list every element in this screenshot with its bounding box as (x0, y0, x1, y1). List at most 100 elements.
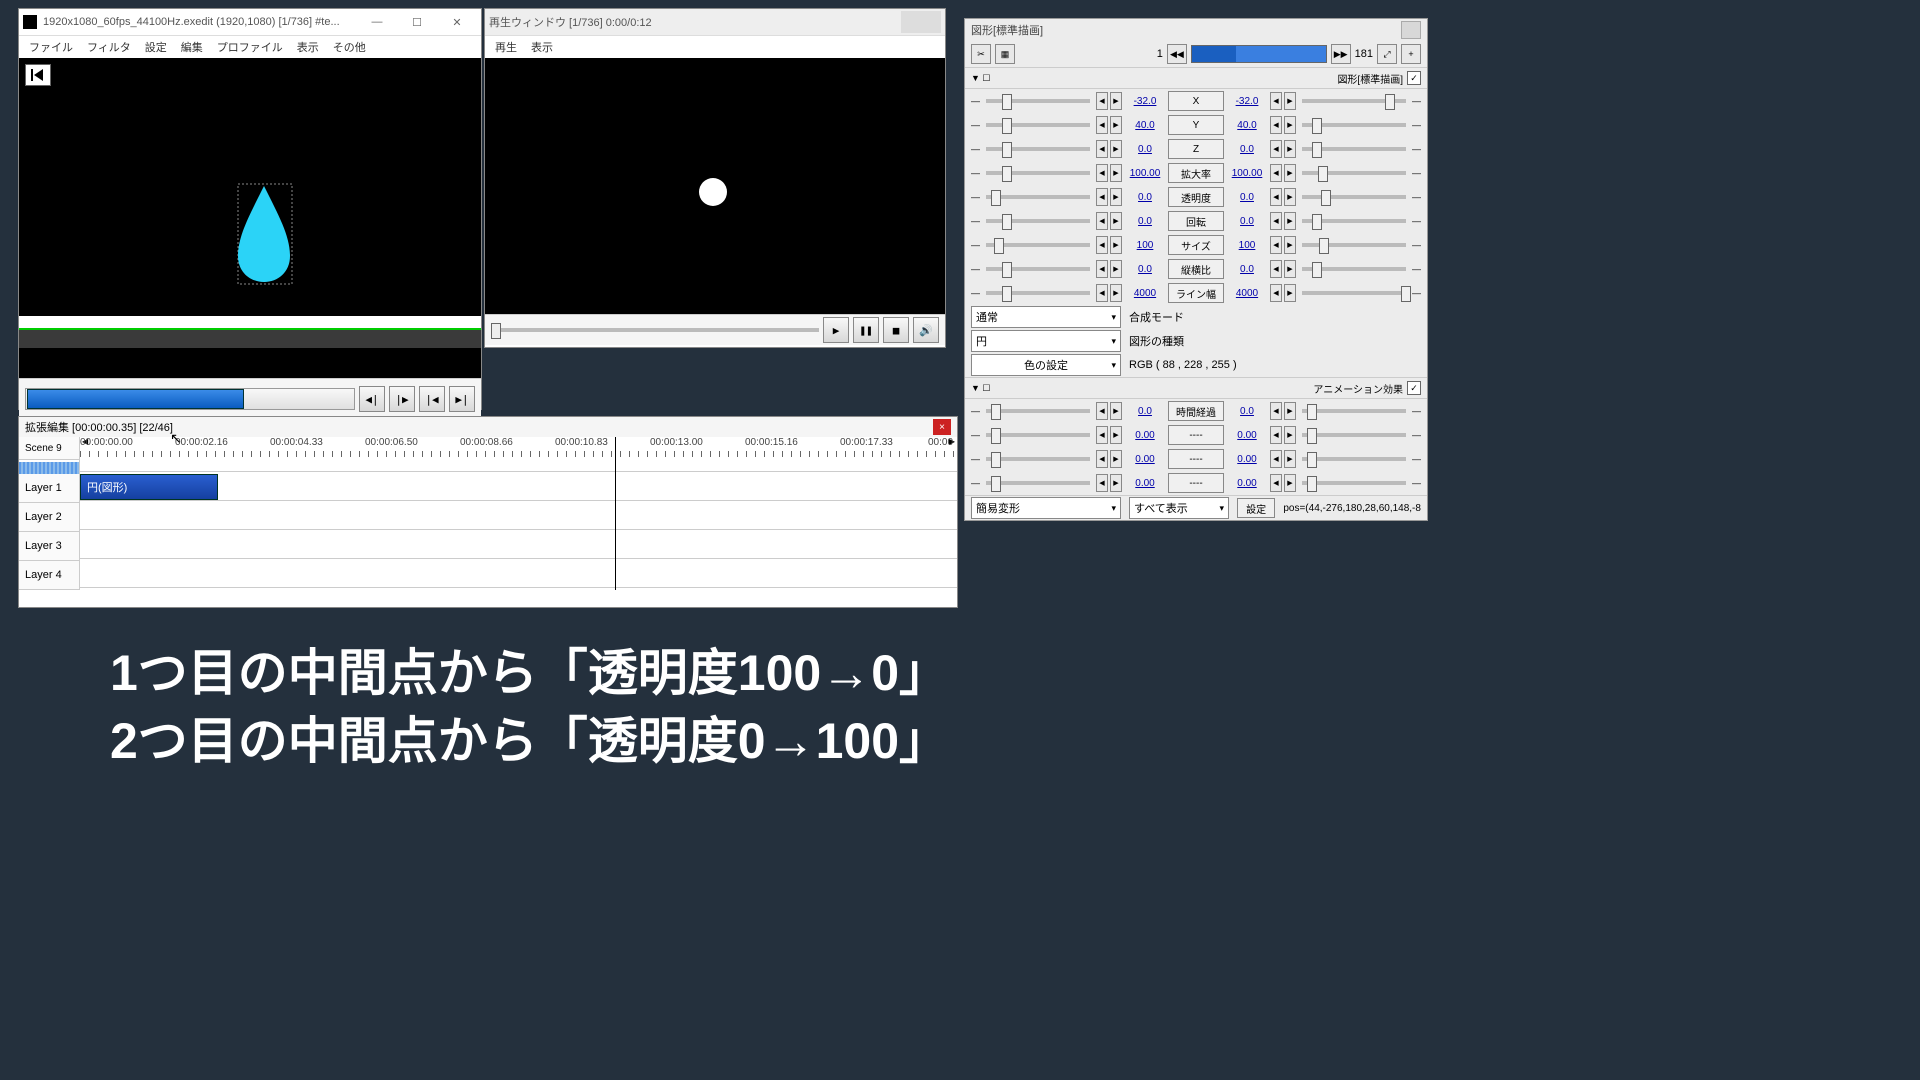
anim-slider-l-0[interactable] (986, 409, 1090, 413)
clip-circle[interactable]: 円(図形) (80, 474, 218, 500)
param-val-r-7[interactable]: 0.0 (1226, 264, 1268, 275)
param-dec-l-5[interactable]: ◀ (1096, 212, 1108, 230)
param-inc-r-6[interactable]: ▶ (1284, 236, 1296, 254)
param-slider-l-7[interactable] (986, 267, 1090, 271)
param-val-l-7[interactable]: 0.0 (1124, 264, 1166, 275)
anim-dec-r-1[interactable]: ◀ (1270, 426, 1282, 444)
anim-label-1[interactable]: ---- (1168, 425, 1224, 445)
frame-prev-button[interactable]: ◀◀ (1167, 44, 1187, 64)
close-button[interactable]: ✕ (437, 11, 477, 33)
add-icon[interactable]: + (1401, 44, 1421, 64)
layer-4-label[interactable]: Layer 4 (19, 561, 79, 590)
param-inc-r-3[interactable]: ▶ (1284, 164, 1296, 182)
param-inc-r-1[interactable]: ▶ (1284, 116, 1296, 134)
anim-dec-l-3[interactable]: ◀ (1096, 474, 1108, 492)
param-label-4[interactable]: 透明度 (1168, 187, 1224, 207)
param-dec-r-8[interactable]: ◀ (1270, 284, 1282, 302)
play-seekbar[interactable] (491, 328, 819, 332)
param-inc-r-0[interactable]: ▶ (1284, 92, 1296, 110)
param-label-0[interactable]: X (1168, 91, 1224, 111)
step-fwd-button[interactable]: |▶ (389, 386, 415, 412)
menu-view[interactable]: 表示 (297, 39, 319, 55)
anim-dec-r-3[interactable]: ◀ (1270, 474, 1282, 492)
play-button[interactable]: ▶ (823, 317, 849, 343)
param-label-5[interactable]: 回転 (1168, 211, 1224, 231)
param-dec-l-1[interactable]: ◀ (1096, 116, 1108, 134)
anim-val-r-2[interactable]: 0.00 (1226, 454, 1268, 465)
param-val-r-0[interactable]: -32.0 (1226, 96, 1268, 107)
param-dec-l-8[interactable]: ◀ (1096, 284, 1108, 302)
param-slider-r-5[interactable] (1302, 219, 1406, 223)
menu-file[interactable]: ファイル (29, 39, 73, 55)
param-dec-l-3[interactable]: ◀ (1096, 164, 1108, 182)
anim-val-l-0[interactable]: 0.0 (1124, 406, 1166, 417)
stop-button[interactable]: ■ (883, 317, 909, 343)
anim-slider-r-2[interactable] (1302, 457, 1406, 461)
anim-dec-l-0[interactable]: ◀ (1096, 402, 1108, 420)
timeline-close-button[interactable]: × (933, 419, 951, 435)
param-inc-r-5[interactable]: ▶ (1284, 212, 1296, 230)
param-dec-r-4[interactable]: ◀ (1270, 188, 1282, 206)
anim-slider-l-1[interactable] (986, 433, 1090, 437)
param-dec-r-2[interactable]: ◀ (1270, 140, 1282, 158)
anim-inc-l-2[interactable]: ▶ (1110, 450, 1122, 468)
layer-1-track[interactable]: 円(図形) (80, 472, 957, 501)
menu-profile[interactable]: プロファイル (217, 39, 283, 55)
param-dec-l-7[interactable]: ◀ (1096, 260, 1108, 278)
split-icon[interactable]: ✂ (971, 44, 991, 64)
layer-4-track[interactable] (80, 559, 957, 588)
main-preview[interactable] (19, 58, 481, 316)
param-inc-l-4[interactable]: ▶ (1110, 188, 1122, 206)
anim-dec-l-1[interactable]: ◀ (1096, 426, 1108, 444)
timeline-playhead[interactable] (615, 437, 616, 590)
anim-slider-l-3[interactable] (986, 481, 1090, 485)
anim-label-2[interactable]: ---- (1168, 449, 1224, 469)
param-slider-l-4[interactable] (986, 195, 1090, 199)
param-label-3[interactable]: 拡大率 (1168, 163, 1224, 183)
timeline-main[interactable]: ◀▶ 00:00:00.00 00:00:02.16 00:00:04.33 0… (80, 437, 957, 590)
param-label-7[interactable]: 縦横比 (1168, 259, 1224, 279)
timeline-zoom[interactable] (19, 462, 79, 474)
anim-dec-r-2[interactable]: ◀ (1270, 450, 1282, 468)
menu-play[interactable]: 再生 (495, 39, 517, 55)
anim-val-r-0[interactable]: 0.0 (1226, 406, 1268, 417)
param-label-6[interactable]: サイズ (1168, 235, 1224, 255)
param-label-8[interactable]: ライン幅 (1168, 283, 1224, 303)
param-dec-r-6[interactable]: ◀ (1270, 236, 1282, 254)
anim-inc-l-3[interactable]: ▶ (1110, 474, 1122, 492)
layer-2-label[interactable]: Layer 2 (19, 503, 79, 532)
section-anim-check[interactable]: ✓ (1407, 381, 1421, 395)
anim-val-r-3[interactable]: 0.00 (1226, 478, 1268, 489)
param-inc-l-2[interactable]: ▶ (1110, 140, 1122, 158)
param-slider-r-7[interactable] (1302, 267, 1406, 271)
param-inc-l-1[interactable]: ▶ (1110, 116, 1122, 134)
anim-inc-r-0[interactable]: ▶ (1284, 402, 1296, 420)
param-dec-r-0[interactable]: ◀ (1270, 92, 1282, 110)
param-slider-r-6[interactable] (1302, 243, 1406, 247)
sound-button[interactable]: 🔊 (913, 317, 939, 343)
anim-slider-r-1[interactable] (1302, 433, 1406, 437)
param-val-l-3[interactable]: 100.00 (1124, 168, 1166, 179)
anim-slider-r-0[interactable] (1302, 409, 1406, 413)
menu-play-view[interactable]: 表示 (531, 39, 553, 55)
timeline-ruler[interactable]: ◀▶ 00:00:00.00 00:00:02.16 00:00:04.33 0… (80, 437, 957, 472)
param-inc-l-7[interactable]: ▶ (1110, 260, 1122, 278)
param-dec-r-5[interactable]: ◀ (1270, 212, 1282, 230)
prop-close-button[interactable] (1401, 21, 1421, 39)
anim-inc-r-1[interactable]: ▶ (1284, 426, 1296, 444)
param-inc-r-2[interactable]: ▶ (1284, 140, 1296, 158)
param-slider-r-2[interactable] (1302, 147, 1406, 151)
layer-2-track[interactable] (80, 501, 957, 530)
filter-select[interactable]: すべて表示 (1129, 497, 1229, 519)
pause-button[interactable]: ❚❚ (853, 317, 879, 343)
menu-edit[interactable]: 編集 (181, 39, 203, 55)
param-dec-l-0[interactable]: ◀ (1096, 92, 1108, 110)
param-val-l-0[interactable]: -32.0 (1124, 96, 1166, 107)
param-slider-l-6[interactable] (986, 243, 1090, 247)
layer-1-label[interactable]: Layer 1 (19, 474, 79, 503)
param-slider-l-1[interactable] (986, 123, 1090, 127)
menu-settings[interactable]: 設定 (145, 39, 167, 55)
section-anim[interactable]: ▼ ☐ アニメーション効果 ✓ (965, 377, 1427, 399)
anim-inc-l-1[interactable]: ▶ (1110, 426, 1122, 444)
param-slider-l-5[interactable] (986, 219, 1090, 223)
